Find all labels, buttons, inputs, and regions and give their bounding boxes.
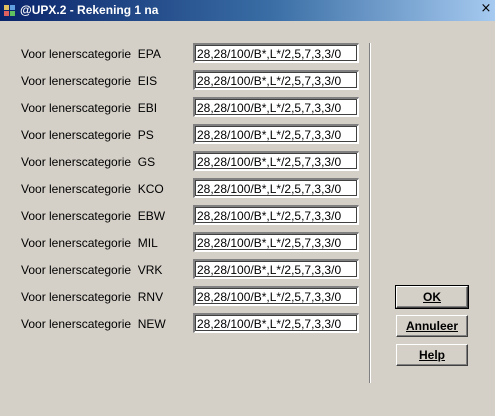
value-field-ebi[interactable]: 28,28/100/B*,L*/2,5,7,3,3/0 <box>193 97 359 117</box>
row-label: Voor lenerscategorie RNV <box>21 290 164 304</box>
row-label: Voor lenerscategorie MIL <box>21 236 158 250</box>
row-label: Voor lenerscategorie EIS <box>21 74 158 88</box>
value-field-gs[interactable]: 28,28/100/B*,L*/2,5,7,3,3/0 <box>193 151 359 171</box>
row-label: Voor lenerscategorie GS <box>21 155 156 169</box>
value-field-ps[interactable]: 28,28/100/B*,L*/2,5,7,3,3/0 <box>193 124 359 144</box>
row-label: Voor lenerscategorie EBI <box>21 101 158 115</box>
close-icon[interactable]: × <box>479 2 493 16</box>
value-field-epa[interactable]: 28,28/100/B*,L*/2,5,7,3,3/0 <box>193 43 359 63</box>
row-eis: Voor lenerscategorie EIS 28,28/100/B*,L*… <box>0 70 370 96</box>
value-field-eis[interactable]: 28,28/100/B*,L*/2,5,7,3,3/0 <box>193 70 359 90</box>
row-epa: Voor lenerscategorie EPA 28,28/100/B*,L*… <box>0 43 370 69</box>
vertical-separator <box>369 43 371 383</box>
row-label: Voor lenerscategorie NEW <box>21 317 166 331</box>
row-gs: Voor lenerscategorie GS 28,28/100/B*,L*/… <box>0 151 370 177</box>
app-icon <box>4 5 15 16</box>
title-bar[interactable]: @UPX.2 - Rekening 1 na × <box>0 0 495 21</box>
row-rnv: Voor lenerscategorie RNV 28,28/100/B*,L*… <box>0 286 370 312</box>
dialog-client-area: Voor lenerscategorie EPA 28,28/100/B*,L*… <box>0 21 495 416</box>
help-button[interactable]: Help <box>396 344 468 366</box>
row-label: Voor lenerscategorie VRK <box>21 263 163 277</box>
window-title: @UPX.2 - Rekening 1 na <box>20 3 159 17</box>
row-ps: Voor lenerscategorie PS 28,28/100/B*,L*/… <box>0 124 370 150</box>
row-ebw: Voor lenerscategorie EBW 28,28/100/B*,L*… <box>0 205 370 231</box>
cancel-button[interactable]: Annuleer <box>396 315 468 337</box>
row-mil: Voor lenerscategorie MIL 28,28/100/B*,L*… <box>0 232 370 258</box>
row-label: Voor lenerscategorie KCO <box>21 182 164 196</box>
row-vrk: Voor lenerscategorie VRK 28,28/100/B*,L*… <box>0 259 370 285</box>
row-new: Voor lenerscategorie NEW 28,28/100/B*,L*… <box>0 313 370 339</box>
value-field-mil[interactable]: 28,28/100/B*,L*/2,5,7,3,3/0 <box>193 232 359 252</box>
value-field-new[interactable]: 28,28/100/B*,L*/2,5,7,3,3/0 <box>193 313 359 333</box>
ok-button[interactable]: OK <box>395 285 469 309</box>
row-ebi: Voor lenerscategorie EBI 28,28/100/B*,L*… <box>0 97 370 123</box>
row-kco: Voor lenerscategorie KCO 28,28/100/B*,L*… <box>0 178 370 204</box>
row-label: Voor lenerscategorie PS <box>21 128 154 142</box>
value-field-rnv[interactable]: 28,28/100/B*,L*/2,5,7,3,3/0 <box>193 286 359 306</box>
value-field-kco[interactable]: 28,28/100/B*,L*/2,5,7,3,3/0 <box>193 178 359 198</box>
row-label: Voor lenerscategorie EBW <box>21 209 166 223</box>
row-label: Voor lenerscategorie EPA <box>21 47 161 61</box>
value-field-vrk[interactable]: 28,28/100/B*,L*/2,5,7,3,3/0 <box>193 259 359 279</box>
value-field-ebw[interactable]: 28,28/100/B*,L*/2,5,7,3,3/0 <box>193 205 359 225</box>
